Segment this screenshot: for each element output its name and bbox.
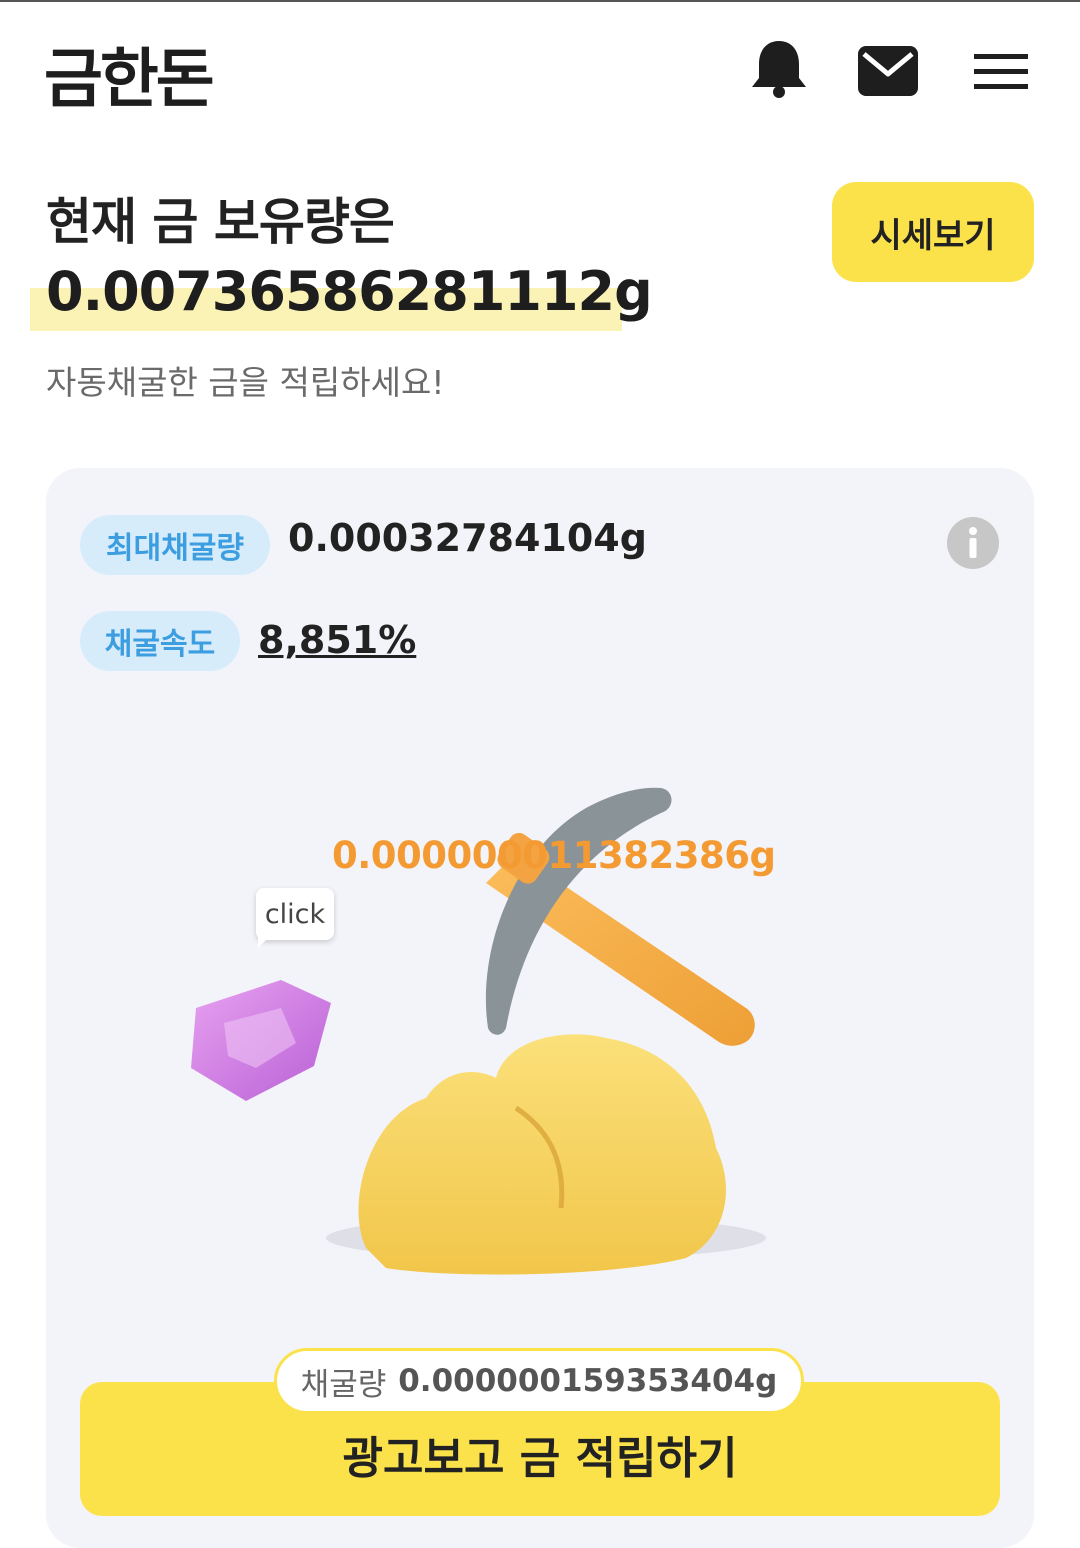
- app-logo: 금한돈: [44, 43, 215, 117]
- balance-subtitle: 자동채굴한 금을 적립하세요!: [46, 363, 445, 402]
- balance-title: 현재 금 보유량은: [46, 193, 395, 251]
- mined-floating-amount: 0.000000011382386g: [332, 834, 776, 877]
- status-edge: [0, 0, 1080, 2]
- mined-amount-value: 0.000000159353404g: [398, 1363, 778, 1399]
- ad-reward-label: 광고보고 금 적립하기: [342, 1433, 738, 1484]
- price-view-button[interactable]: 시세보기: [832, 182, 1034, 282]
- mail-icon[interactable]: [856, 44, 920, 100]
- click-hint-bubble: click: [256, 888, 334, 940]
- bell-icon[interactable]: [748, 38, 810, 100]
- mined-amount-pill: 채굴량 0.000000159353404g: [274, 1348, 804, 1414]
- click-hint-tail: [258, 934, 272, 948]
- menu-icon[interactable]: [974, 52, 1028, 92]
- mined-amount-label: 채굴량: [300, 1366, 387, 1403]
- balance-amount: 0.00736586281112g: [46, 260, 653, 323]
